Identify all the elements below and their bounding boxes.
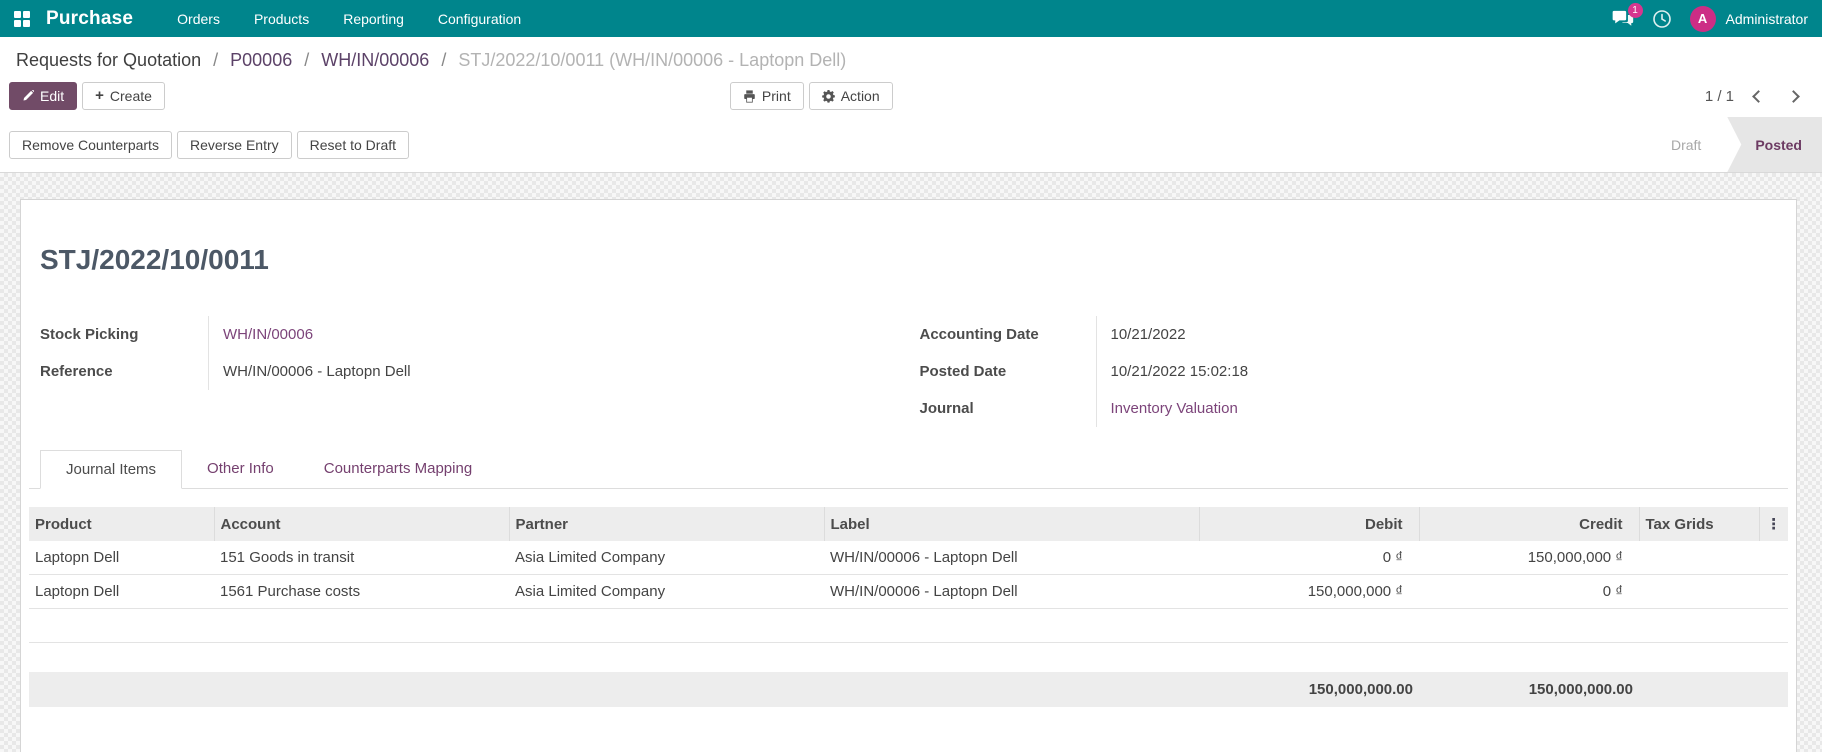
reverse-entry-button[interactable]: Reverse Entry xyxy=(176,130,292,159)
posted-date-value: 10/21/2022 15:02:18 xyxy=(1095,353,1789,390)
record-title: STJ/2022/10/0011 xyxy=(40,244,269,275)
table-row[interactable]: Laptopn Dell 1561 Purchase costs Asia Li… xyxy=(29,574,1788,609)
breadcrumb: Requests for Quotation / P00006 / WH/IN/… xyxy=(0,37,1822,76)
status-draft[interactable]: Draft xyxy=(1661,117,1727,172)
breadcrumb-current: STJ/2022/10/0011 (WH/IN/00006 - Laptopn … xyxy=(458,50,847,70)
table-header-row: Product Account Partner Label Debit Cred… xyxy=(29,507,1788,541)
tab-other-info[interactable]: Other Info xyxy=(182,450,299,489)
cell-account: 1561 Purchase costs xyxy=(214,574,509,609)
col-product[interactable]: Product xyxy=(29,507,215,541)
user-name[interactable]: Administrator xyxy=(1726,11,1808,27)
journal-items-table: Product Account Partner Label Debit Cred… xyxy=(29,507,1788,643)
reference-value: WH/IN/00006 - Laptopn Dell xyxy=(208,353,909,390)
action-button[interactable]: Action xyxy=(808,82,893,110)
plus-icon: + xyxy=(95,87,104,104)
cell-tax-grids xyxy=(1639,541,1759,575)
field-label: Journal xyxy=(919,400,974,417)
breadcrumb-root[interactable]: Requests for Quotation xyxy=(16,50,201,70)
action-button-label: Action xyxy=(840,88,880,104)
cell-debit: 150,000,000 ₫ xyxy=(1199,574,1419,609)
cell-tax-grids xyxy=(1639,574,1759,609)
menu-products[interactable]: Products xyxy=(240,2,323,36)
journal-link[interactable]: Inventory Valuation xyxy=(1095,390,1789,427)
table-empty-row[interactable] xyxy=(29,608,1788,643)
statusbar: Draft Posted xyxy=(1661,117,1822,172)
pager-next-icon[interactable] xyxy=(1787,89,1800,103)
cell-credit: 0 ₫ xyxy=(1419,574,1639,609)
field-accounting-date: Accounting Date 10/21/2022 xyxy=(909,316,1789,353)
cell-product: Laptopn Dell xyxy=(29,574,214,609)
user-avatar[interactable]: A xyxy=(1689,5,1716,32)
cell-partner: Asia Limited Company xyxy=(509,541,824,575)
printer-icon xyxy=(744,89,755,103)
total-debit: 150,000,000.00 xyxy=(1199,672,1419,707)
field-groups: Stock Picking WH/IN/00006 Reference WH/I… xyxy=(29,316,1788,427)
pager-previous-icon[interactable] xyxy=(1752,89,1765,103)
cell-credit: 150,000,000 ₫ xyxy=(1419,541,1639,575)
breadcrumb-separator: / xyxy=(441,50,447,70)
breadcrumb-separator: / xyxy=(213,50,219,70)
field-stock-picking: Stock Picking WH/IN/00006 xyxy=(29,316,909,353)
cell-product: Laptopn Dell xyxy=(29,541,214,575)
messages-icon[interactable]: 1 xyxy=(1612,2,1643,28)
field-label: Accounting Date xyxy=(919,326,1039,343)
col-debit[interactable]: Debit xyxy=(1199,507,1420,541)
breadcrumb-p00006[interactable]: P00006 xyxy=(230,50,292,70)
stock-picking-link[interactable]: WH/IN/00006 xyxy=(208,316,909,353)
print-button[interactable]: Print xyxy=(729,82,804,110)
field-journal: Journal Inventory Valuation xyxy=(909,390,1789,427)
status-posted[interactable]: Posted xyxy=(1727,117,1822,172)
create-button-label: Create xyxy=(109,88,152,104)
record-sheet: STJ/2022/10/0011 Stock Picking WH/IN/000… xyxy=(20,199,1797,752)
messages-badge: 1 xyxy=(1627,2,1643,18)
menu-configuration[interactable]: Configuration xyxy=(424,2,535,36)
breadcrumb-separator: / xyxy=(304,50,310,70)
control-panel: Edit + Create Print Action 1 / 1 xyxy=(0,76,1822,117)
tab-counterparts-mapping[interactable]: Counterparts Mapping xyxy=(299,450,497,489)
field-posted-date: Posted Date 10/21/2022 15:02:18 xyxy=(909,353,1789,390)
pencil-icon xyxy=(23,90,34,101)
col-account[interactable]: Account xyxy=(214,507,510,541)
accounting-date-value: 10/21/2022 xyxy=(1095,316,1789,353)
total-credit: 150,000,000.00 xyxy=(1419,672,1639,707)
field-reference: Reference WH/IN/00006 - Laptopn Dell xyxy=(29,353,909,390)
table-row[interactable]: Laptopn Dell 151 Goods in transit Asia L… xyxy=(29,541,1788,575)
cell-label: WH/IN/00006 - Laptopn Dell xyxy=(824,541,1199,575)
field-label: Posted Date xyxy=(919,363,1007,380)
activities-clock-icon[interactable] xyxy=(1652,9,1672,29)
menu-reporting[interactable]: Reporting xyxy=(329,2,418,36)
cell-partner: Asia Limited Company xyxy=(509,574,824,609)
status-strip: Remove Counterparts Reverse Entry Reset … xyxy=(0,117,1822,173)
reset-to-draft-button[interactable]: Reset to Draft xyxy=(296,130,410,159)
pager-counter: 1 / 1 xyxy=(1704,87,1734,105)
form-canvas: STJ/2022/10/0011 Stock Picking WH/IN/000… xyxy=(0,173,1822,752)
breadcrumb-wh-in[interactable]: WH/IN/00006 xyxy=(321,50,429,70)
col-tax-grids[interactable]: Tax Grids xyxy=(1639,507,1760,541)
gear-icon xyxy=(821,89,835,103)
top-navbar: Purchase Orders Products Reporting Confi… xyxy=(0,0,1822,37)
col-partner[interactable]: Partner xyxy=(509,507,825,541)
pager: 1 / 1 xyxy=(1705,88,1806,105)
apps-grid-icon[interactable] xyxy=(14,10,30,27)
notebook-tabs: Journal Items Other Info Counterparts Ma… xyxy=(29,449,1788,489)
edit-button[interactable]: Edit xyxy=(9,82,78,110)
field-label: Stock Picking xyxy=(40,326,139,343)
cell-account: 151 Goods in transit xyxy=(214,541,509,575)
optional-columns-icon[interactable]: ⋮ xyxy=(1766,516,1781,533)
tab-journal-items[interactable]: Journal Items xyxy=(40,450,183,489)
field-label: Reference xyxy=(40,363,113,380)
app-title[interactable]: Purchase xyxy=(46,8,133,30)
cell-debit: 0 ₫ xyxy=(1199,541,1419,575)
remove-counterparts-button[interactable]: Remove Counterparts xyxy=(9,130,172,159)
totals-row: 150,000,000.00 150,000,000.00 xyxy=(29,672,1788,707)
edit-button-label: Edit xyxy=(40,88,65,104)
col-credit[interactable]: Credit xyxy=(1419,507,1640,541)
menu-orders[interactable]: Orders xyxy=(163,2,234,36)
create-button[interactable]: + Create xyxy=(82,82,165,110)
col-label[interactable]: Label xyxy=(824,507,1200,541)
nav-menu: Orders Products Reporting Configuration xyxy=(163,2,535,36)
print-button-label: Print xyxy=(761,88,791,104)
cell-label: WH/IN/00006 - Laptopn Dell xyxy=(824,574,1199,609)
